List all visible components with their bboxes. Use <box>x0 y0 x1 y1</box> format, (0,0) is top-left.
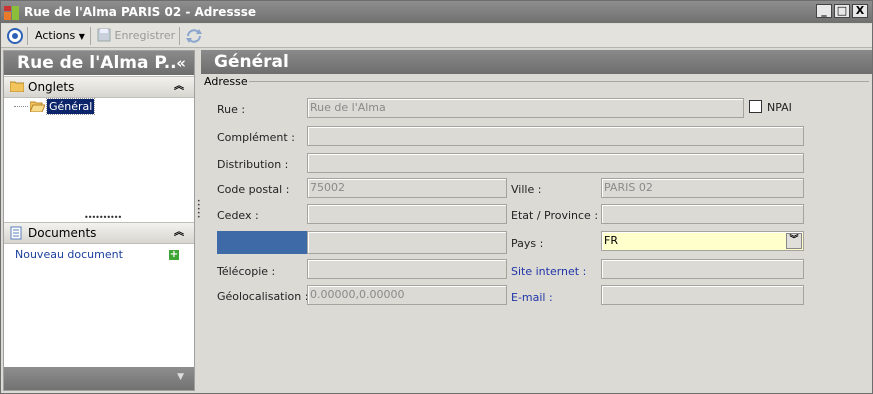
tabs-section-header[interactable]: Onglets ︽ <box>4 76 194 98</box>
maximize-button[interactable]: □ <box>834 4 850 18</box>
address-groupbox: Adresse Rue : Rue de l'Alma NPAI Complém… <box>201 74 872 393</box>
phone-field[interactable] <box>307 231 507 254</box>
country-value: FR <box>604 234 618 247</box>
left-pane-footer: ▼ <box>4 367 194 390</box>
group-label: Adresse <box>204 75 252 88</box>
tabs-section-label: Onglets <box>28 80 75 94</box>
email-link[interactable]: E-mail : <box>511 291 553 304</box>
collapse-chevron-icon[interactable]: ︽ <box>174 223 184 243</box>
postal-code-label: Code postal : <box>217 183 290 196</box>
window-title: Rue de l'Alma PARIS 02 - Adressse <box>24 5 257 19</box>
splitter-grip-icon: • • • • • <box>197 198 201 221</box>
geolocation-field[interactable]: 0.00000,0.00000 <box>307 285 507 305</box>
left-pane: Rue de l'Alma P.. « Onglets ︽ Général ••… <box>3 50 195 391</box>
window-controls: _ □ X <box>816 4 868 18</box>
expand-down-icon[interactable]: ▼ <box>177 372 184 382</box>
complement-label: Complément : <box>217 131 295 144</box>
dropdown-arrow-icon: ▼ <box>78 32 85 41</box>
cedex-field[interactable] <box>307 204 507 224</box>
fax-label: Télécopie : <box>217 265 276 278</box>
toolbar: Actions ▼ Enregistrer <box>1 24 872 48</box>
collapse-chevron-icon[interactable]: ︽ <box>174 77 184 97</box>
cedex-label: Cedex : <box>217 209 259 222</box>
npai-label: NPAI <box>767 101 792 114</box>
country-label: Pays : <box>511 237 544 250</box>
document-icon <box>10 226 22 240</box>
actions-label: Actions <box>35 29 76 42</box>
group-divider <box>249 81 869 82</box>
save-label: Enregistrer <box>114 29 176 42</box>
navigation-icon[interactable] <box>7 28 23 44</box>
toolbar-separator <box>27 27 28 45</box>
section-splitter-grip[interactable]: •••••••••• <box>84 213 122 222</box>
app-window: Rue de l'Alma PARIS 02 - Adressse _ □ X … <box>0 0 873 394</box>
save-icon <box>97 28 111 42</box>
add-document-icon[interactable]: + <box>169 250 179 260</box>
toolbar-separator <box>179 27 180 45</box>
website-field[interactable] <box>601 259 804 279</box>
tree-connector <box>14 106 28 107</box>
pane-splitter[interactable]: • • • • • <box>196 50 201 391</box>
close-button[interactable]: X <box>852 4 868 18</box>
record-title: Rue de l'Alma P.. <box>17 53 177 73</box>
complement-field[interactable] <box>307 126 804 146</box>
website-link[interactable]: Site internet : <box>511 265 586 278</box>
refresh-icon[interactable] <box>185 28 203 44</box>
minimize-button[interactable]: _ <box>816 4 832 18</box>
actions-menu-button[interactable]: Actions ▼ <box>35 28 85 44</box>
app-icon <box>4 6 19 20</box>
email-field[interactable] <box>601 285 804 305</box>
street-label: Rue : <box>217 103 246 116</box>
distribution-label: Distribution : <box>217 158 289 171</box>
page-title: Général <box>201 50 872 74</box>
documents-section-header[interactable]: Documents ︽ <box>4 222 194 244</box>
geolocation-label: Géolocalisation : <box>217 290 309 303</box>
tree-node-label: Général <box>45 98 96 115</box>
record-header: Rue de l'Alma P.. « <box>4 51 194 75</box>
state-label: Etat / Province : <box>511 209 599 222</box>
city-field[interactable]: PARIS 02 <box>601 178 804 198</box>
fax-field[interactable] <box>307 259 507 279</box>
state-field[interactable] <box>601 204 804 224</box>
street-field[interactable]: Rue de l'Alma <box>307 98 744 118</box>
npai-checkbox[interactable] <box>749 100 762 113</box>
collapse-pane-icon[interactable]: « <box>176 51 186 75</box>
chevron-down-icon[interactable]: ︾ <box>786 233 802 249</box>
documents-section-label: Documents <box>28 226 97 240</box>
distribution-field[interactable] <box>307 153 804 173</box>
city-label: Ville : <box>511 183 542 196</box>
toolbar-separator <box>90 27 91 45</box>
new-document-link[interactable]: Nouveau document <box>15 248 123 261</box>
folder-icon <box>10 81 24 92</box>
postal-code-field[interactable]: 75002 <box>307 178 507 198</box>
country-select[interactable]: FR ︾ <box>601 231 804 251</box>
open-folder-icon <box>30 101 45 112</box>
title-bar: Rue de l'Alma PARIS 02 - Adressse _ □ X <box>1 1 872 23</box>
save-button[interactable]: Enregistrer <box>97 28 175 44</box>
main-pane: Général Adresse Rue : Rue de l'Alma NPAI… <box>201 50 872 393</box>
phone-label-highlight[interactable] <box>217 231 307 254</box>
